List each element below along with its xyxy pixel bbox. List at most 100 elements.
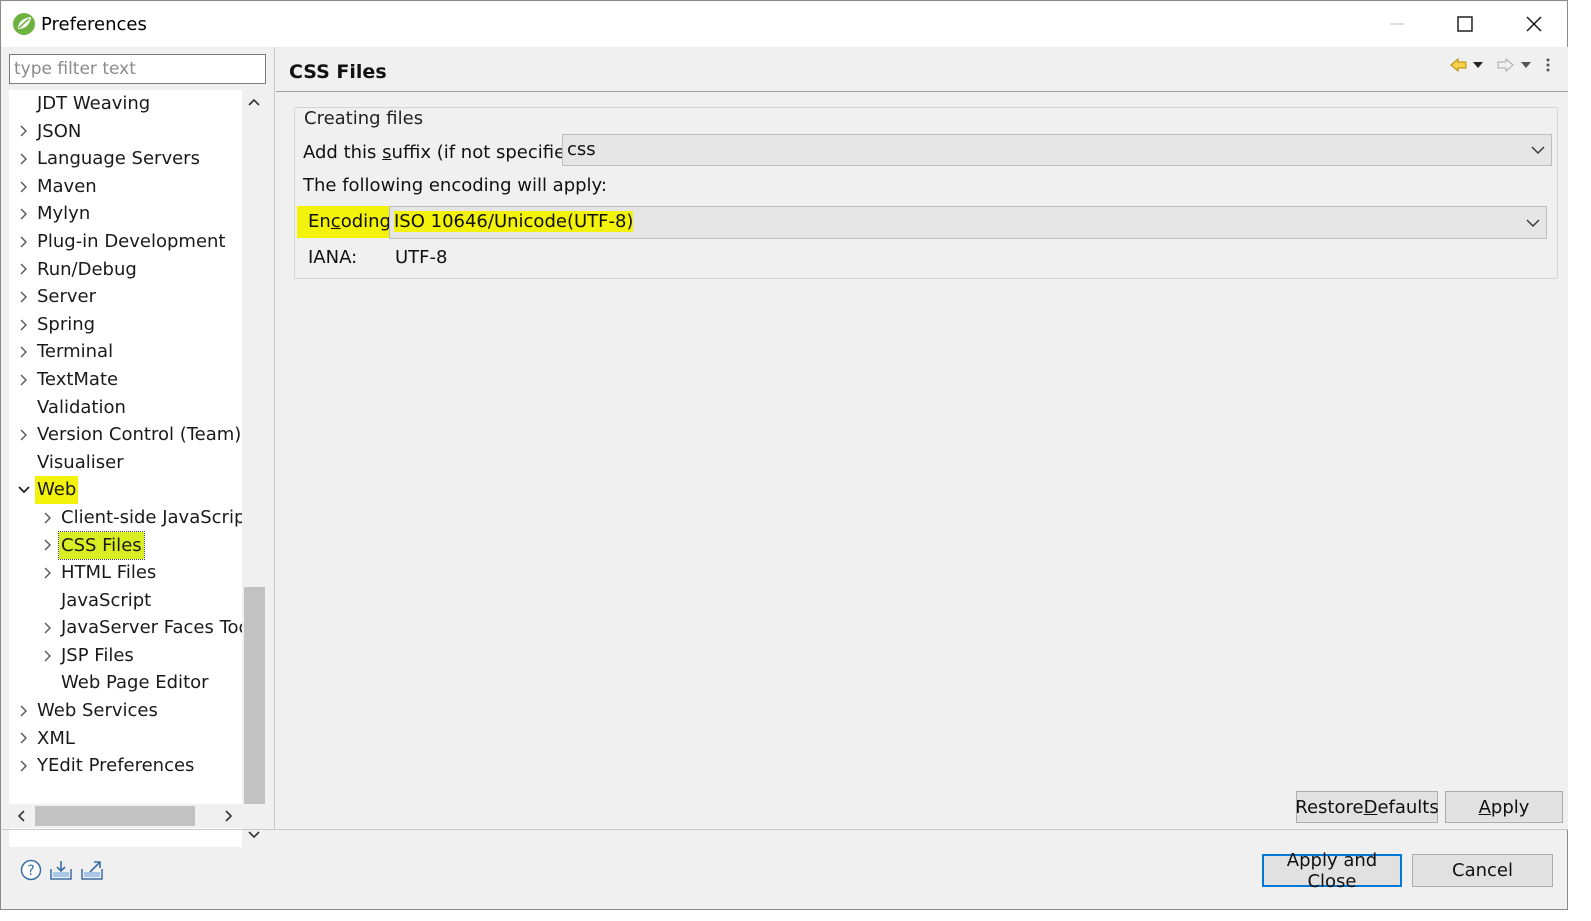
tree-item-label: Language Servers	[37, 148, 200, 170]
view-menu-icon[interactable]	[1544, 55, 1552, 75]
chevron-right-icon[interactable]	[15, 173, 33, 201]
window-title: Preferences	[41, 14, 147, 35]
tree-item-label: JDT Weaving	[37, 93, 151, 114]
tree-item[interactable]: JSON	[9, 118, 243, 146]
chevron-right-icon[interactable]	[15, 697, 33, 725]
iana-value: UTF-8	[395, 247, 448, 268]
chevron-right-icon[interactable]	[39, 532, 57, 560]
tree-item[interactable]: Terminal	[9, 338, 243, 366]
chevron-right-icon[interactable]	[15, 228, 33, 256]
tree-item[interactable]: Visualiser	[9, 449, 243, 477]
tree-item-label: Visualiser	[37, 451, 124, 473]
tree-item[interactable]: HTML Files	[9, 559, 243, 587]
maximize-button[interactable]	[1435, 1, 1495, 47]
apply-and-close-button[interactable]: Apply and Close	[1262, 850, 1402, 892]
cancel-button[interactable]: Cancel	[1412, 854, 1553, 887]
tree-item[interactable]: Run/Debug	[9, 256, 243, 284]
chevron-right-icon[interactable]	[15, 200, 33, 228]
scroll-left-icon[interactable]	[9, 804, 33, 828]
tree-horizontal-scrollbar[interactable]	[9, 804, 266, 828]
tree-item-label: Validation	[37, 396, 126, 418]
scroll-right-icon[interactable]	[217, 804, 241, 828]
horizontal-scroll-thumb[interactable]	[35, 806, 195, 826]
tree-item-label: Maven	[37, 175, 97, 197]
tree-item[interactable]: Spring	[9, 311, 243, 339]
chevron-right-icon[interactable]	[15, 725, 33, 753]
chevron-right-icon[interactable]	[39, 614, 57, 642]
tree-item[interactable]: Validation	[9, 394, 243, 422]
tree-item[interactable]: JSP Files	[9, 642, 243, 670]
suffix-value: css	[567, 139, 596, 160]
back-menu-icon[interactable]	[1472, 55, 1484, 75]
tree-item[interactable]: JavaScript	[9, 587, 243, 615]
vertical-scroll-thumb[interactable]	[244, 587, 265, 820]
import-icon[interactable]	[49, 858, 73, 882]
iana-label: IANA:	[308, 247, 358, 268]
tree-item[interactable]: Web Page Editor	[9, 669, 243, 697]
restore-defaults-button[interactable]: Restore Defaults	[1295, 791, 1439, 823]
preferences-navigation-pane: JDT Weaving JSON Language Servers Maven Myly…	[2, 47, 275, 847]
apply-button[interactable]: Apply	[1445, 791, 1563, 823]
tree-item[interactable]: Web Services	[9, 697, 243, 725]
minimize-button[interactable]	[1367, 1, 1427, 47]
encoding-select[interactable]: ISO 10646/Unicode(UTF-8)	[389, 206, 1547, 239]
page-navigation-toolbar	[1444, 55, 1564, 75]
preferences-window: Preferences JDT Weaving JSON Language Serv…	[0, 0, 1568, 910]
chevron-right-icon[interactable]	[39, 559, 57, 587]
title-bar: Preferences	[1, 1, 1567, 47]
tree-item[interactable]: Client-side JavaScript	[9, 504, 252, 532]
chevron-right-icon[interactable]	[15, 366, 33, 394]
tree-item[interactable]: Version Control (Team)	[9, 421, 243, 449]
chevron-right-icon[interactable]	[15, 311, 33, 339]
forward-arrow-icon[interactable]	[1496, 55, 1514, 75]
chevron-right-icon[interactable]	[39, 642, 57, 670]
tree-item-label: TextMate	[37, 368, 119, 390]
suffix-label: Add this suffix (if not specified):	[303, 142, 590, 163]
tree-item-label: Client-side JavaScript	[61, 506, 253, 528]
tree-item[interactable]: Web	[9, 476, 243, 504]
preference-page: CSS Files Creating files Add this suffix…	[276, 47, 1568, 829]
tree-item-label: Web	[35, 476, 79, 504]
chevron-right-icon[interactable]	[15, 256, 33, 284]
tree-item-label: Web Page Editor	[61, 672, 209, 694]
chevron-right-icon[interactable]	[15, 421, 33, 449]
tree-item[interactable]: YEdit Preferences	[9, 752, 243, 780]
tree-list: JDT Weaving JSON Language Servers Maven Myly…	[9, 90, 264, 780]
tree-item[interactable]: Maven	[9, 173, 243, 201]
chevron-right-icon[interactable]	[39, 504, 57, 532]
title-separator	[276, 91, 1568, 92]
tree-item[interactable]: Plug-in Development	[9, 228, 243, 256]
suffix-select[interactable]: css	[562, 134, 1552, 166]
chevron-down-icon	[1526, 207, 1540, 238]
tree-item-label: Mylyn	[37, 203, 91, 225]
tree-item[interactable]: JDT Weaving	[9, 90, 243, 118]
tree-item[interactable]: Server	[9, 283, 243, 311]
tree-item-label: Version Control (Team)	[37, 424, 242, 446]
scroll-up-icon[interactable]	[242, 90, 266, 114]
chevron-right-icon[interactable]	[15, 338, 33, 366]
tree-item[interactable]: CSS Files	[9, 530, 243, 561]
tree-item[interactable]: Mylyn	[9, 200, 243, 228]
chevron-right-icon[interactable]	[15, 118, 33, 146]
filter-input[interactable]	[9, 54, 266, 84]
chevron-right-icon[interactable]	[15, 752, 33, 780]
tree-item[interactable]: XML	[9, 725, 243, 753]
chevron-right-icon[interactable]	[15, 145, 33, 173]
tree-item[interactable]: Language Servers	[9, 145, 243, 173]
back-arrow-icon[interactable]	[1450, 55, 1468, 75]
tree-item-label: XML	[37, 727, 75, 749]
tree-item-label: YEdit Preferences	[37, 755, 195, 777]
close-button[interactable]	[1504, 1, 1564, 47]
chevron-down-icon[interactable]	[15, 476, 33, 504]
bottom-separator	[2, 829, 1568, 830]
tree-vertical-scrollbar[interactable]	[242, 90, 266, 847]
tree-item[interactable]: TextMate	[9, 366, 243, 394]
tree-item[interactable]: JavaServer Faces Tools	[9, 614, 264, 642]
preferences-tree: JDT Weaving JSON Language Servers Maven Myly…	[9, 90, 266, 847]
help-icon[interactable]: ?	[19, 858, 43, 882]
export-icon[interactable]	[80, 858, 104, 882]
tree-item-label: Terminal	[37, 341, 114, 363]
forward-menu-icon[interactable]	[1520, 55, 1532, 75]
spring-leaf-icon	[12, 12, 36, 36]
chevron-right-icon[interactable]	[15, 283, 33, 311]
